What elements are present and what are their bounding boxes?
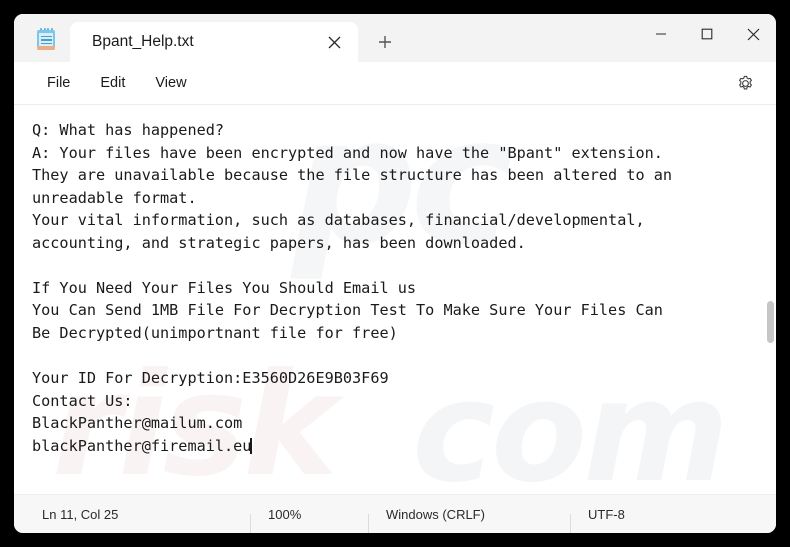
gear-icon[interactable]	[730, 68, 760, 98]
line-ending-status[interactable]: Windows (CRLF)	[368, 507, 570, 533]
notepad-window: Bpant_Help.txt File Edit View pc risk co…	[14, 14, 776, 533]
editor-area[interactable]: pc risk com Q: What has happened? A: You…	[14, 105, 776, 494]
scrollbar-thumb[interactable]	[767, 301, 774, 343]
ransom-note-text[interactable]: Q: What has happened? A: Your files have…	[14, 105, 776, 494]
text-caret	[250, 437, 252, 454]
status-bar: Ln 11, Col 25 100% Windows (CRLF) UTF-8	[14, 494, 776, 533]
new-tab-button[interactable]	[370, 27, 400, 57]
maximize-button[interactable]	[684, 14, 730, 54]
notepad-icon	[36, 27, 56, 51]
editor-tab[interactable]: Bpant_Help.txt	[70, 22, 358, 62]
vertical-scrollbar[interactable]	[764, 105, 776, 494]
close-tab-icon[interactable]	[320, 28, 348, 56]
window-controls	[638, 14, 776, 54]
tab-title: Bpant_Help.txt	[92, 33, 194, 50]
menu-item-file[interactable]: File	[36, 70, 81, 96]
close-button[interactable]	[730, 14, 776, 54]
cursor-position-status[interactable]: Ln 11, Col 25	[14, 507, 250, 522]
menu-bar: File Edit View	[14, 62, 776, 105]
minimize-button[interactable]	[638, 14, 684, 54]
note-body: Q: What has happened? A: Your files have…	[32, 121, 673, 455]
title-bar: Bpant_Help.txt	[14, 14, 776, 62]
menu-item-view[interactable]: View	[144, 70, 197, 96]
encoding-status[interactable]: UTF-8	[570, 507, 643, 533]
menu-item-edit[interactable]: Edit	[89, 70, 136, 96]
zoom-level-status[interactable]: 100%	[250, 507, 368, 533]
